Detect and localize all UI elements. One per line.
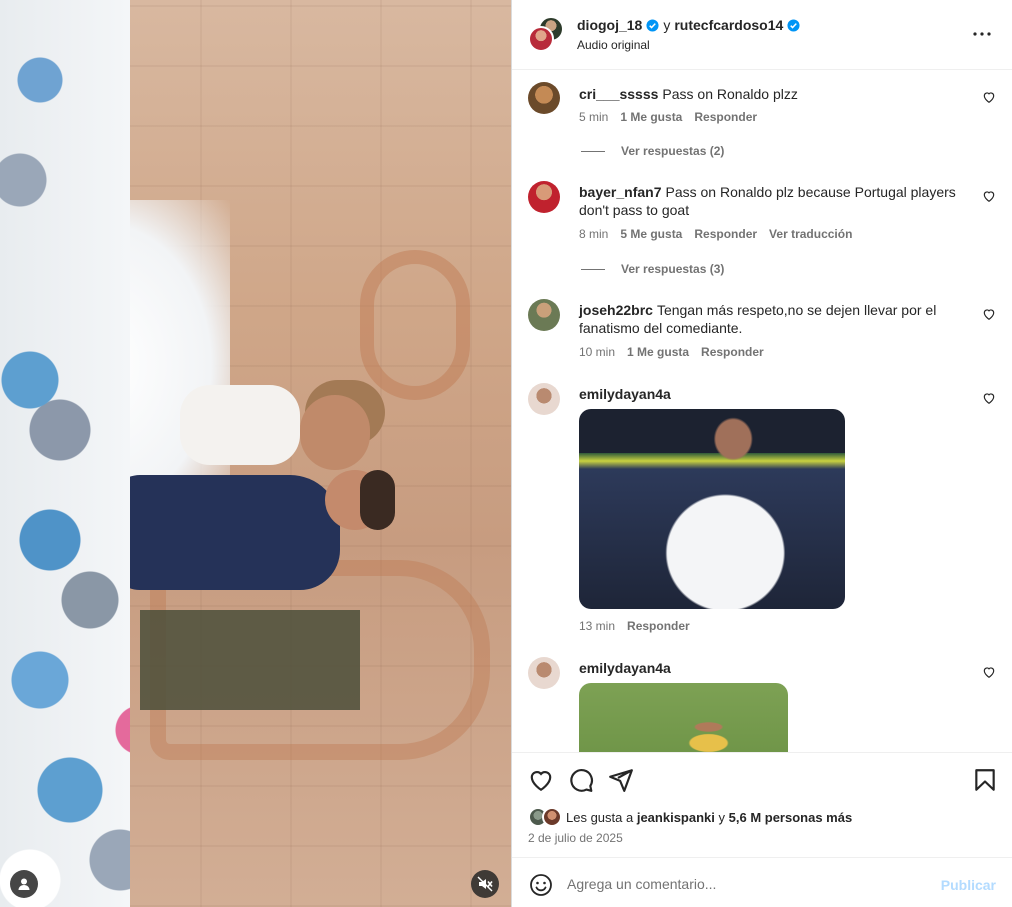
bride-head <box>300 395 370 470</box>
mute-button[interactable] <box>471 870 499 898</box>
like-comment-icon[interactable] <box>982 665 996 679</box>
post-actions: Les gusta a jeankispanki y 5,6 M persona… <box>512 752 1012 857</box>
view-replies-button[interactable]: Ver respuestas (3) <box>581 262 724 276</box>
comment-username[interactable]: cri___sssss <box>579 86 658 102</box>
arch-decoration <box>360 250 470 400</box>
more-horizontal-icon <box>973 32 991 36</box>
comment-text-block: emilydayan4a <box>579 659 959 677</box>
comment-time: 10 min <box>579 345 616 359</box>
comments-list[interactable]: cri___sssss Pass on Ronaldo plzz 5 min 1 … <box>512 71 1012 752</box>
publish-button[interactable]: Publicar <box>941 877 996 893</box>
likes-prefix: Les gusta a <box>566 809 634 825</box>
speaker-muted-icon <box>477 876 493 892</box>
comment-username[interactable]: bayer_nfan7 <box>579 184 661 200</box>
avatar <box>542 807 562 827</box>
like-comment-icon[interactable] <box>982 189 996 203</box>
view-replies-label: Ver respuestas (3) <box>621 262 725 276</box>
like-comment-icon[interactable] <box>982 391 996 405</box>
author-connector: y <box>663 17 671 33</box>
bride-figure <box>180 385 300 465</box>
verified-badge-icon <box>787 18 800 32</box>
like-comment-icon[interactable] <box>982 90 996 104</box>
author-2-link[interactable]: rutecfcardoso14 <box>674 17 783 33</box>
comment-meta: 8 min 5 Me gusta Responder Ver traducció… <box>579 227 852 241</box>
replies-divider <box>581 268 605 270</box>
comment-username[interactable]: joseh22brc <box>579 302 653 318</box>
comment-username[interactable]: emilydayan4a <box>579 386 671 402</box>
avatar[interactable] <box>528 299 560 331</box>
comment-text-block: emilydayan4a <box>579 385 959 403</box>
translate-button[interactable]: Ver traducción <box>769 227 852 241</box>
post-panel: diogoj_18 y rutecfcardoso14 Audio origin… <box>511 0 1012 907</box>
user-icon <box>18 878 30 890</box>
comment-time: 13 min <box>579 619 616 633</box>
reply-button[interactable]: Responder <box>694 227 757 241</box>
comment-text-block: bayer_nfan7 Pass on Ronaldo plz because P… <box>579 183 959 219</box>
emoji-icon[interactable] <box>529 873 553 897</box>
groom-figure <box>110 475 340 590</box>
avatar[interactable] <box>528 181 560 213</box>
reply-button[interactable]: Responder <box>701 345 764 359</box>
reply-button[interactable]: Responder <box>694 110 757 124</box>
groom-hair <box>360 470 395 530</box>
likes-others-link[interactable]: 5,6 M personas más <box>729 810 853 825</box>
comment-gif[interactable] <box>579 683 788 752</box>
comment-time: 8 min <box>579 227 609 241</box>
add-comment-bar: Publicar <box>512 857 1012 907</box>
reply-button[interactable]: Responder <box>627 619 690 633</box>
likes-connector: y <box>718 809 726 825</box>
window-opening <box>140 610 360 710</box>
avatar[interactable] <box>528 657 560 689</box>
comment-likes[interactable]: 1 Me gusta <box>620 110 682 124</box>
flower-arrangement <box>0 0 130 907</box>
avatar[interactable] <box>528 82 560 114</box>
audio-link[interactable]: Audio original <box>577 38 650 52</box>
like-comment-icon[interactable] <box>982 307 996 321</box>
comment-meta: 13 min Responder <box>579 619 690 633</box>
comment-meta: 5 min 1 Me gusta Responder <box>579 110 757 124</box>
likes-summary[interactable]: Les gusta a jeankispanki y 5,6 M persona… <box>528 807 852 827</box>
comment-gif[interactable] <box>579 409 845 609</box>
more-options-button[interactable] <box>970 22 994 46</box>
post-header: diogoj_18 y rutecfcardoso14 Audio origin… <box>512 0 1012 70</box>
comment-text: Pass on Ronaldo plzz <box>662 86 798 102</box>
verified-badge-icon <box>646 18 659 32</box>
post-date[interactable]: 2 de julio de 2025 <box>528 831 623 845</box>
author-avatars[interactable] <box>528 16 564 52</box>
comment-username[interactable]: emilydayan4a <box>579 660 671 676</box>
author-1-link[interactable]: diogoj_18 <box>577 17 642 33</box>
share-icon[interactable] <box>608 767 634 793</box>
view-replies-button[interactable]: Ver respuestas (2) <box>581 144 724 158</box>
comment-meta: 10 min 1 Me gusta Responder <box>579 345 764 359</box>
comment-text-block: joseh22brc Tengan más respeto,no se dejen… <box>579 301 959 337</box>
comment-input[interactable] <box>567 870 927 898</box>
replies-divider <box>581 150 605 152</box>
bookmark-icon[interactable] <box>972 767 998 793</box>
likes-avatars <box>528 807 566 827</box>
comment-text-block: cri___sssss Pass on Ronaldo plzz <box>579 85 959 103</box>
comment-likes[interactable]: 5 Me gusta <box>620 227 682 241</box>
comment-time: 5 min <box>579 110 609 124</box>
avatar[interactable] <box>528 383 560 415</box>
tagged-users-button[interactable] <box>10 870 38 898</box>
author-names: diogoj_18 y rutecfcardoso14 <box>577 17 800 33</box>
comment-icon[interactable] <box>568 767 594 793</box>
view-replies-label: Ver respuestas (2) <box>621 144 725 158</box>
likes-user-link[interactable]: jeankispanki <box>637 810 715 825</box>
avatar[interactable] <box>528 26 554 52</box>
comment-likes[interactable]: 1 Me gusta <box>627 345 689 359</box>
like-icon[interactable] <box>528 767 554 793</box>
post-video[interactable] <box>0 0 511 907</box>
